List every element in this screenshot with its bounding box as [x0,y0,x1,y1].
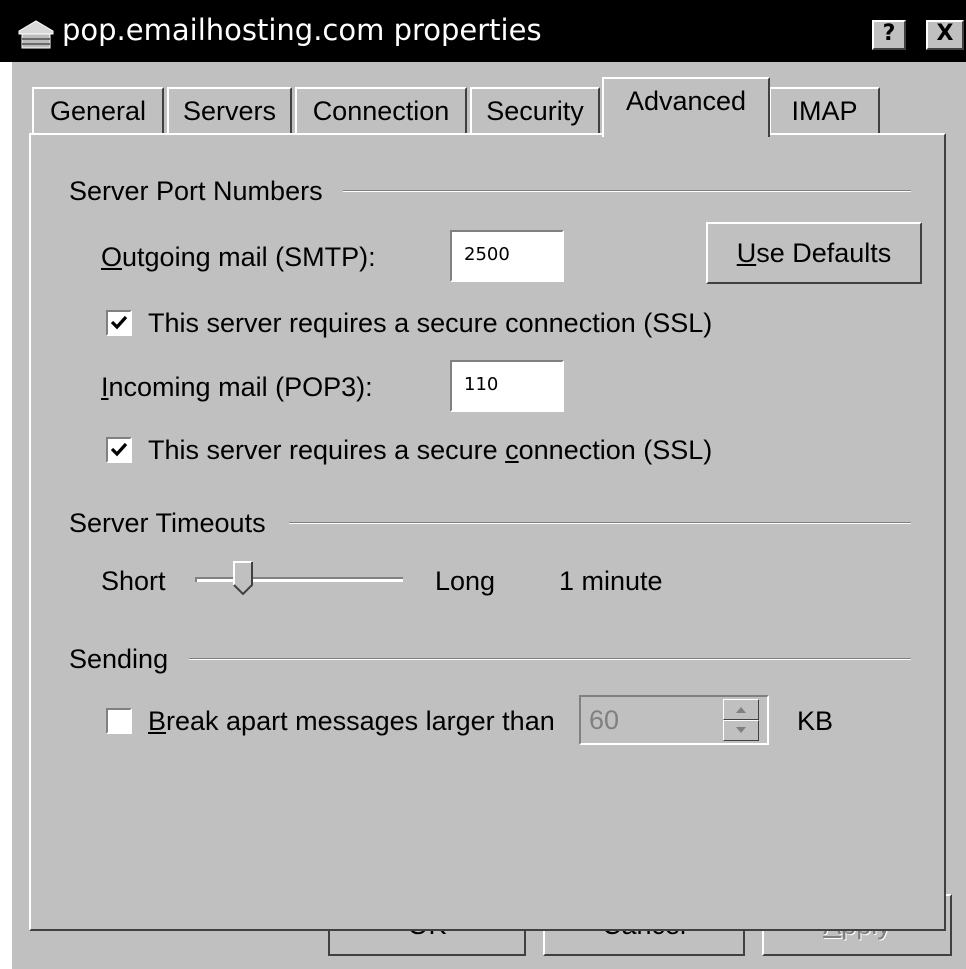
use-defaults-button[interactable]: Use Defaults [706,222,922,284]
use-defaults-label: Use Defaults [736,238,892,268]
tab-label: IMAP [791,96,858,126]
spin-up-icon [736,707,746,713]
outgoing-ssl-checkbox[interactable] [106,310,132,336]
spin-up-button[interactable] [723,699,759,720]
spin-down-button[interactable] [723,720,759,741]
group-divider [189,658,911,660]
break-apart-label: Break apart messages larger than [148,706,555,736]
check-icon [110,315,128,330]
tab-label: Connection [312,96,450,126]
message-size-spinner[interactable]: 60 [579,695,769,745]
incoming-port-value: 110 [464,374,499,395]
tab-general[interactable]: General [32,87,164,134]
group-divider [343,190,911,192]
timeout-long-label: Long [435,566,496,596]
advanced-tab-panel: Server Port Numbers Outgoing mail (SMTP)… [29,133,946,931]
title-bar[interactable]: pop.emailhosting.com properties ? X [0,0,966,62]
timeout-value-label: 1 minute [559,566,663,596]
outgoing-port-value: 2500 [464,244,510,265]
sending-heading: Sending [69,644,169,674]
spin-down-icon [736,727,746,733]
incoming-ssl-label: This server requires a secure connection… [148,435,713,465]
tab-label: Security [486,96,584,126]
check-icon [110,442,128,457]
tab-advanced[interactable]: Advanced [602,77,770,137]
dialog-body: General Servers Connection Security Adva… [12,62,966,969]
close-icon: X [936,21,954,46]
outgoing-ssl-label: This server requires a secure connection… [148,308,713,338]
window-title: pop.emailhosting.com properties [62,13,542,47]
slider-track [195,577,403,582]
break-apart-checkbox[interactable] [106,708,132,734]
mail-server-icon [18,20,54,49]
tab-imap[interactable]: IMAP [769,87,880,134]
tab-label: General [49,96,147,126]
tab-label: Advanced [625,86,747,116]
timeout-short-label: Short [101,566,166,596]
group-divider [289,522,911,524]
incoming-mail-label: Incoming mail (POP3): [101,372,373,402]
outgoing-port-input[interactable]: 2500 [450,230,564,282]
tab-servers[interactable]: Servers [167,87,292,134]
close-button[interactable]: X [926,20,964,50]
tab-security[interactable]: Security [470,87,600,134]
server-port-numbers-heading: Server Port Numbers [69,176,323,206]
tab-connection[interactable]: Connection [295,87,467,134]
timeout-slider[interactable] [195,561,413,601]
server-timeouts-heading: Server Timeouts [69,508,266,538]
tab-label: Servers [182,96,277,126]
incoming-ssl-checkbox[interactable] [106,437,132,463]
help-button[interactable]: ? [872,20,906,50]
size-unit-label: KB [797,706,834,736]
slider-thumb[interactable] [233,561,253,595]
incoming-port-input[interactable]: 110 [450,360,564,412]
outgoing-mail-label: Outgoing mail (SMTP): [101,242,376,272]
message-size-value: 60 [589,705,620,735]
help-icon: ? [882,21,896,46]
